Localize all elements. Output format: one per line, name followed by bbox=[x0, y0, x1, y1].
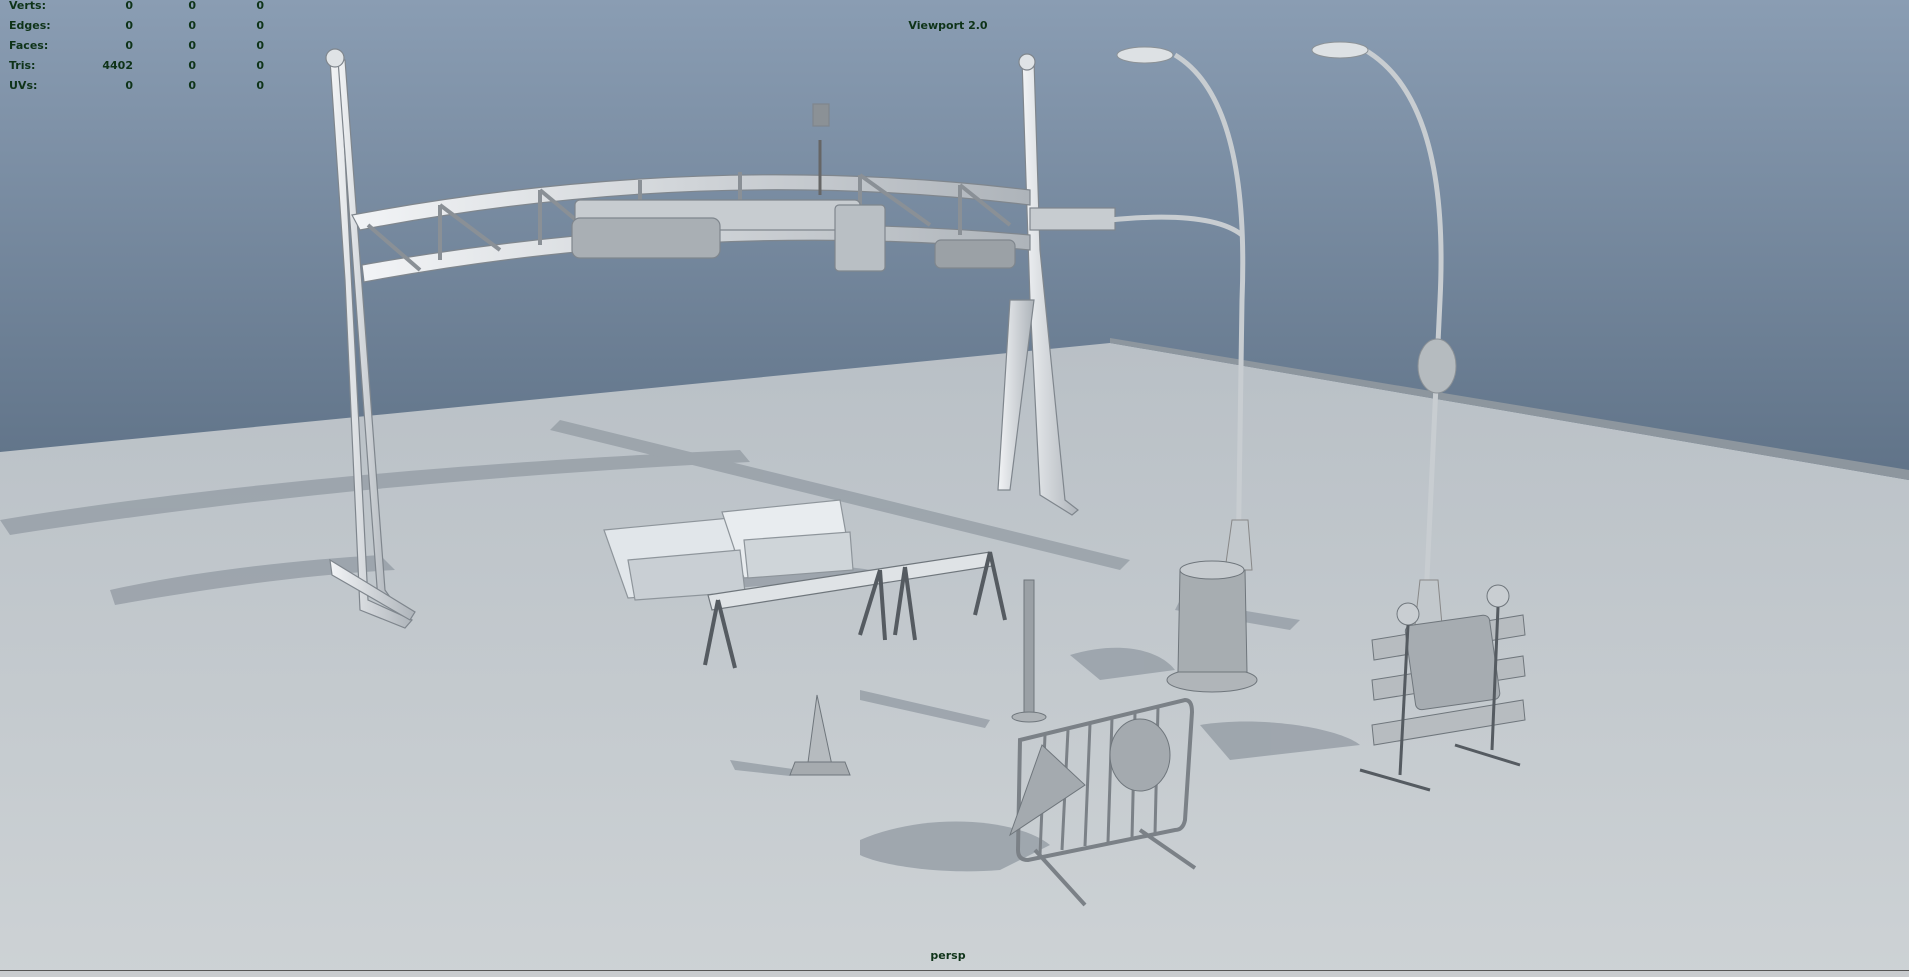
stat-value: 0 bbox=[125, 79, 133, 92]
viewport-3d[interactable]: Verts: 0 0 0 Edges: 0 0 0 Faces: 0 0 0 T… bbox=[0, 0, 1909, 977]
stat-row-tris: Tris: 4402 0 0 bbox=[9, 56, 269, 76]
viewport-renderer-label: Viewport 2.0 bbox=[908, 19, 988, 32]
viewport-bottom-border bbox=[0, 970, 1909, 977]
stat-value: 4402 bbox=[102, 59, 133, 72]
poly-count-stats: Verts: 0 0 0 Edges: 0 0 0 Faces: 0 0 0 T… bbox=[9, 0, 269, 96]
camera-name-label: persp bbox=[930, 949, 966, 962]
stat-row-verts: Verts: 0 0 0 bbox=[9, 0, 269, 16]
stat-value: 0 bbox=[256, 79, 264, 92]
stat-value: 0 bbox=[125, 39, 133, 52]
stat-value: 0 bbox=[256, 0, 264, 12]
stat-value: 0 bbox=[188, 79, 196, 92]
trash-can[interactable] bbox=[1166, 560, 1258, 693]
stat-row-faces: Faces: 0 0 0 bbox=[9, 36, 269, 56]
stat-label: Faces: bbox=[9, 39, 49, 52]
stat-value: 0 bbox=[188, 59, 196, 72]
scene-canvas[interactable] bbox=[0, 0, 1909, 977]
stat-value: 0 bbox=[256, 59, 264, 72]
stat-label: UVs: bbox=[9, 79, 38, 92]
stat-label: Verts: bbox=[9, 0, 47, 12]
stat-value: 0 bbox=[256, 39, 264, 52]
stat-value: 0 bbox=[188, 0, 196, 12]
stat-row-uvs: UVs: 0 0 0 bbox=[9, 76, 269, 96]
stat-label: Tris: bbox=[9, 59, 36, 72]
ground-plane bbox=[0, 343, 1909, 977]
stat-value: 0 bbox=[188, 39, 196, 52]
stat-value: 0 bbox=[125, 0, 133, 12]
